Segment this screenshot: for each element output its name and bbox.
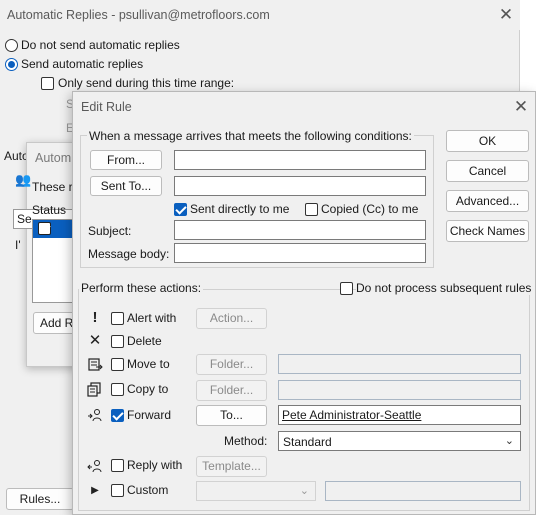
text-partial: I' (15, 238, 21, 252)
copy-folder-field (278, 380, 521, 400)
custom-checkbox[interactable] (111, 484, 124, 497)
reply-with-checkbox[interactable] (111, 459, 124, 472)
do-not-process-label: Do not process subsequent rules (356, 281, 534, 295)
forward-people-icon (87, 407, 103, 423)
edit-rule-title: Edit Rule (81, 100, 132, 114)
copied-cc-checkbox[interactable] (305, 203, 318, 216)
move-folder-icon (87, 356, 103, 372)
forward-recipient-field[interactable]: Pete Administrator-Seattle (278, 405, 521, 425)
rules-list (32, 219, 74, 303)
perform-actions-header: Perform these actions: (79, 281, 204, 295)
select-box-label: Se (17, 212, 32, 226)
sent-directly-label: Sent directly to me (190, 202, 290, 216)
message-body-field[interactable] (174, 243, 426, 263)
send-automatic-radio[interactable] (5, 58, 18, 71)
chevron-down-icon: ⌄ (299, 485, 309, 497)
subject-label: Subject: (88, 224, 132, 238)
status-header: Status (32, 203, 67, 217)
do-not-send-label: Do not send automatic replies (21, 38, 180, 52)
forward-checkbox[interactable] (111, 409, 124, 422)
close-icon[interactable]: ✕ (512, 98, 530, 116)
automatic-reply-rules-title: Autom (35, 151, 72, 165)
alert-icon: ! (92, 309, 98, 326)
move-folder-button[interactable]: Folder... (196, 354, 267, 375)
chevron-down-icon: ⌄ (504, 435, 514, 447)
conditions-header: When a message arrives that meets the fo… (87, 129, 414, 143)
delete-checkbox[interactable] (111, 335, 124, 348)
do-not-process-checkbox[interactable] (340, 282, 353, 295)
close-icon[interactable]: ✕ (497, 6, 515, 24)
sent-directly-checkbox[interactable] (174, 203, 187, 216)
forward-recipient-name[interactable]: Pete Administrator-Seattle (282, 408, 421, 422)
check-names-button[interactable]: Check Names (446, 220, 529, 242)
copy-to-checkbox[interactable] (111, 383, 124, 396)
method-selected-value: Standard (283, 435, 332, 449)
alert-with-checkbox[interactable] (111, 312, 124, 325)
selected-rule-row[interactable] (33, 220, 74, 238)
alert-action-button[interactable]: Action... (196, 308, 267, 329)
ok-button[interactable]: OK (446, 130, 529, 152)
automatic-replies-title-bar: Automatic Replies - psullivan@metrofloor… (0, 0, 520, 30)
copy-folder-button[interactable]: Folder... (196, 380, 267, 401)
reply-template-button[interactable]: Template... (196, 456, 267, 477)
advanced-button[interactable]: Advanced... (446, 190, 529, 212)
rule-enabled-checkbox[interactable] (38, 222, 51, 235)
move-to-label: Move to (127, 357, 170, 371)
rules-button[interactable]: Rules... (6, 488, 74, 510)
custom-label: Custom (127, 483, 169, 497)
method-select[interactable]: Standard ⌄ (278, 431, 521, 451)
move-to-checkbox[interactable] (111, 358, 124, 371)
custom-field (325, 481, 521, 501)
custom-select[interactable]: ⌄ (196, 481, 316, 501)
copy-folder-icon (87, 381, 103, 397)
forward-to-button[interactable]: To... (196, 405, 267, 426)
play-arrow-icon: ▶ (91, 485, 99, 496)
copied-cc-label: Copied (Cc) to me (321, 202, 419, 216)
subject-field[interactable] (174, 220, 426, 240)
do-not-send-radio[interactable] (5, 39, 18, 52)
delete-label: Delete (127, 334, 162, 348)
time-range-label: Only send during this time range: (58, 76, 235, 90)
reply-people-icon (87, 458, 103, 474)
message-body-label: Message body: (88, 247, 170, 261)
from-field[interactable] (174, 150, 426, 170)
sent-to-field[interactable] (174, 176, 426, 196)
method-label: Method: (224, 434, 268, 448)
edit-rule-dialog: Edit Rule ✕ When a message arrives that … (72, 91, 536, 515)
move-folder-field (278, 354, 521, 374)
auto-reply-section-label-partial: Auto (4, 149, 29, 163)
from-button[interactable]: From... (90, 150, 162, 170)
people-icon: 👥 (15, 172, 32, 187)
copy-to-label: Copy to (127, 382, 169, 396)
forward-label: Forward (127, 408, 172, 422)
delete-x-icon: ✕ (88, 332, 102, 349)
sent-to-button[interactable]: Sent To... (90, 176, 162, 196)
automatic-replies-title: Automatic Replies - psullivan@metrofloor… (7, 8, 270, 22)
reply-with-label: Reply with (127, 458, 183, 472)
send-automatic-label: Send automatic replies (21, 57, 144, 71)
cancel-button[interactable]: Cancel (446, 160, 529, 182)
alert-with-label: Alert with (127, 311, 177, 325)
time-range-checkbox[interactable] (41, 77, 54, 90)
